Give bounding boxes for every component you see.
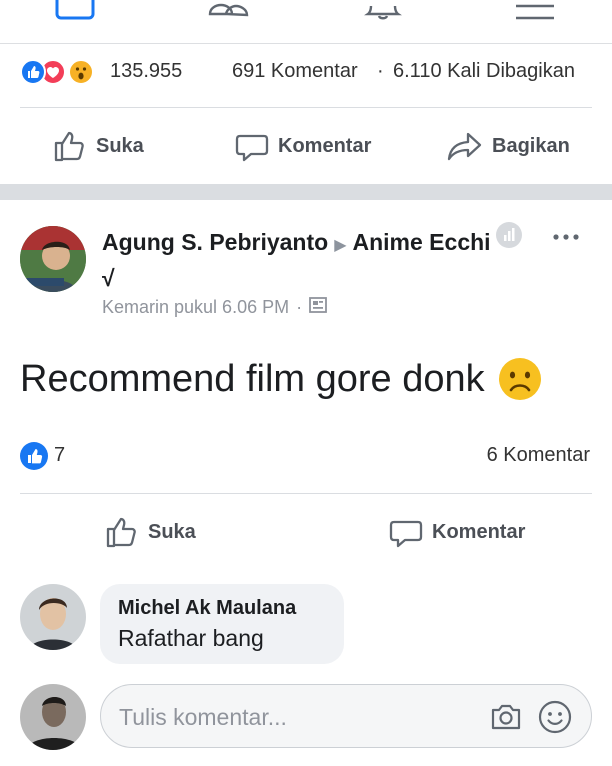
arrow-right-icon: ▶ — [334, 237, 347, 254]
home-icon[interactable] — [52, 0, 98, 22]
comment-count[interactable]: 691 Komentar — [232, 60, 358, 83]
share-label: Bagikan — [492, 134, 570, 157]
like-count[interactable]: 7 — [54, 444, 65, 467]
share-button[interactable]: Bagikan — [446, 124, 570, 168]
comment-icon — [389, 520, 423, 548]
notifications-icon[interactable] — [360, 0, 406, 22]
meta-separator: · — [296, 297, 303, 317]
reaction-count[interactable]: 135.955 — [110, 60, 182, 83]
author-name[interactable]: Agung S. Pebriyanto — [102, 229, 328, 255]
divider — [20, 493, 592, 494]
like-button[interactable]: Suka — [104, 510, 196, 554]
post2-summary: 7 6 Komentar — [0, 440, 612, 474]
like-icon — [20, 59, 46, 85]
audience-icon[interactable] — [496, 222, 522, 248]
separator-dot: · — [377, 60, 384, 82]
sad-face-emoji — [498, 358, 541, 400]
emoji-icon[interactable] — [537, 699, 573, 735]
like-label: Suka — [96, 134, 144, 157]
comment-input[interactable] — [119, 699, 479, 735]
post-meta: Kemarin pukul 6.06 PM · — [102, 296, 327, 319]
post-text: Recommend film gore donk — [20, 356, 543, 402]
thumbs-up-icon — [54, 131, 84, 162]
comment-count[interactable]: 6 Komentar — [487, 444, 590, 467]
privacy-icon — [309, 296, 327, 319]
comment-label: Komentar — [432, 520, 526, 543]
reaction-icons[interactable] — [20, 59, 110, 85]
comment-label: Komentar — [278, 134, 372, 157]
author-avatar[interactable] — [20, 226, 86, 292]
comment-text: Rafathar bang — [118, 625, 264, 651]
top-nav — [0, 0, 612, 44]
wow-icon — [68, 59, 94, 85]
post-author[interactable]: Agung S. Pebriyanto ▶ Anime Ecchi √ — [102, 226, 502, 294]
camera-icon[interactable] — [489, 701, 523, 733]
user-avatar[interactable] — [20, 684, 86, 750]
friends-icon[interactable] — [206, 0, 252, 22]
share-icon — [447, 132, 482, 161]
comment-composer[interactable] — [100, 684, 592, 748]
comment-icon — [235, 134, 269, 162]
commenter-avatar[interactable] — [20, 584, 86, 650]
thumbs-up-icon — [106, 517, 136, 548]
like-reaction-icon[interactable] — [20, 442, 48, 470]
more-options-icon[interactable] — [548, 222, 584, 252]
comment-author[interactable]: Michel Ak Maulana — [118, 594, 326, 622]
comment-bubble: Michel Ak Maulana Rafathar bang — [100, 584, 344, 664]
post-timestamp[interactable]: Kemarin pukul 6.06 PM — [102, 297, 289, 318]
post-separator — [0, 184, 612, 200]
comment-button[interactable]: Komentar — [234, 124, 371, 168]
menu-icon[interactable] — [512, 0, 558, 22]
share-count[interactable]: 6.110 Kali Dibagikan — [393, 60, 575, 83]
like-label: Suka — [148, 520, 196, 543]
divider — [20, 107, 592, 108]
post1-summary: 135.955 691 Komentar · 6.110 Kali Dibagi… — [0, 52, 612, 92]
post-body: Recommend film gore donk — [20, 357, 485, 400]
comment-button[interactable]: Komentar — [388, 510, 525, 554]
like-button[interactable]: Suka — [52, 124, 144, 168]
